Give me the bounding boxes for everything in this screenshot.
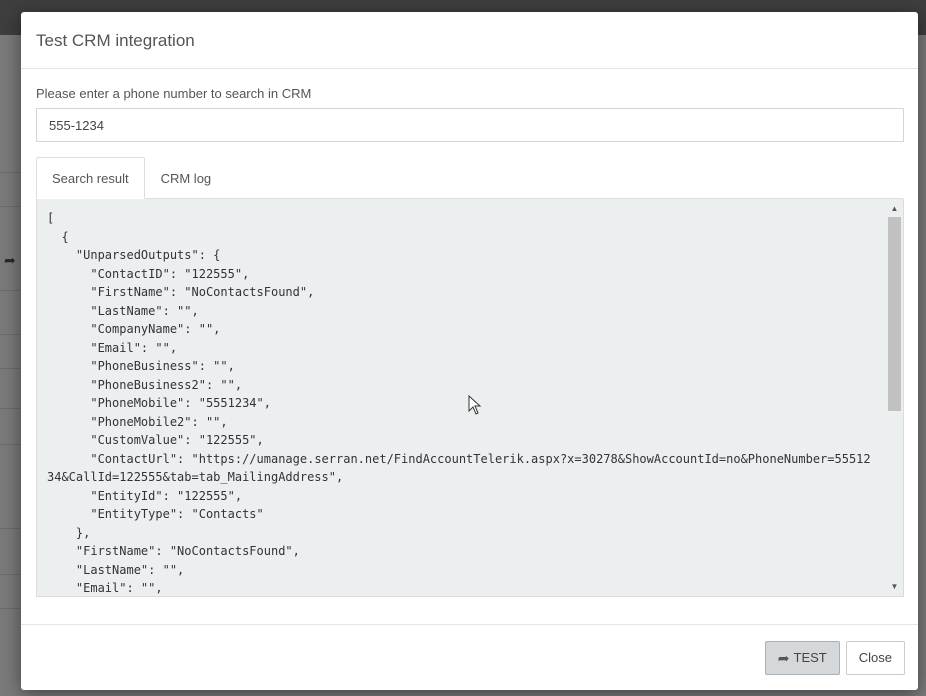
modal-header: Test CRM integration [21,12,918,69]
phone-label: Please enter a phone number to search in… [36,86,312,101]
background-divider [0,290,22,291]
background-divider [0,206,22,207]
background-divider [0,368,22,369]
modal-footer: ➦ TEST Close [21,624,918,690]
phone-input[interactable] [36,108,904,142]
background-divider [0,608,22,609]
test-button[interactable]: ➦ TEST [764,640,840,675]
background-divider [0,528,22,529]
test-crm-modal: Test CRM integration Please enter a phon… [21,12,918,690]
arrow-down-icon[interactable]: ▼ [886,579,903,595]
scroll-thumb[interactable] [888,217,901,411]
mouse-pointer-icon [468,395,482,415]
result-scrollbar[interactable]: ▲ ▼ [886,199,903,596]
modal-body: Please enter a phone number to search in… [21,69,918,597]
modal-title: Test CRM integration [36,31,195,50]
arrow-up-icon[interactable]: ▲ [886,201,903,217]
close-button[interactable]: Close [845,640,905,675]
background-share-icon: ➦ [4,252,16,268]
background-divider [0,444,22,445]
test-button-label: TEST [793,650,827,665]
tab-crm-log[interactable]: CRM log [145,157,228,199]
share-icon: ➦ [777,649,790,666]
result-tabs: Search result CRM log [36,157,903,199]
tab-search-result[interactable]: Search result [36,157,145,199]
background-divider [0,172,22,173]
background-divider [0,408,22,409]
background-divider [0,334,22,335]
background-divider [0,574,22,575]
